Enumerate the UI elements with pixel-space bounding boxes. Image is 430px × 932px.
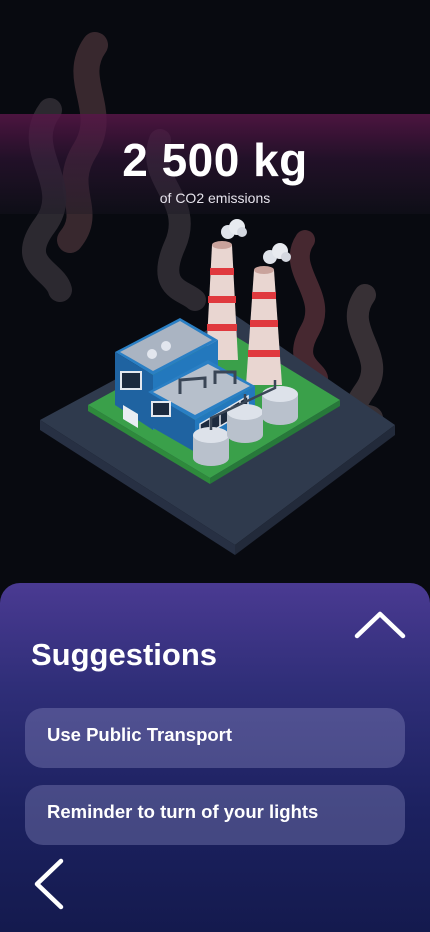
suggestion-label: Reminder to turn of your lights [47,801,319,822]
emission-label: of CO2 emissions [159,190,271,206]
collapse-panel-button[interactable] [350,605,410,645]
chevron-left-icon [34,858,64,910]
factory-illustration [22,32,395,555]
suggestions-title: Suggestions [31,637,218,672]
emission-value: 2 500 kg [122,134,308,186]
screen: 2 500 kg of CO2 emissions Suggestions Us… [0,0,430,932]
suggestion-turn-off-lights[interactable]: Reminder to turn of your lights [25,785,405,845]
emission-banner: 2 500 kg of CO2 emissions [0,114,430,214]
chevron-up-icon [354,611,406,639]
suggestion-label: Use Public Transport [47,724,233,745]
suggestion-public-transport[interactable]: Use Public Transport [25,708,405,768]
smoke-swirl [289,230,328,390]
storage-tank [227,404,263,443]
back-button[interactable] [28,856,72,912]
storage-tank [193,427,229,466]
